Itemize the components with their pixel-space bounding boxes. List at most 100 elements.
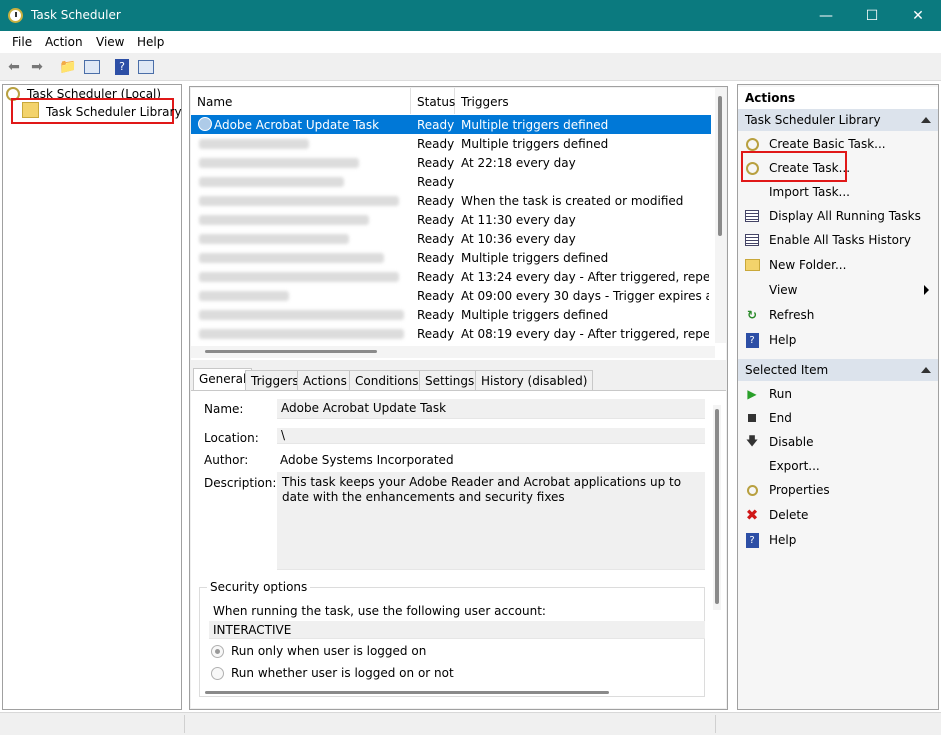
- description-label: Description:: [204, 476, 277, 490]
- table-row[interactable]: Ready At 13:24 every day - After triggere…: [191, 267, 711, 286]
- task-status: Ready: [417, 118, 455, 132]
- disable-icon: 🡇: [745, 433, 759, 448]
- help-icon[interactable]: ?: [112, 57, 132, 77]
- task-status: Ready: [417, 308, 455, 322]
- show-hide-tree-icon[interactable]: [82, 57, 102, 77]
- task-triggers: At 11:30 every day: [461, 213, 576, 227]
- action-disable[interactable]: 🡇 Disable: [738, 430, 938, 454]
- menu-file[interactable]: File: [12, 35, 32, 49]
- action-export[interactable]: Export...: [738, 454, 938, 478]
- task-status: Ready: [417, 289, 455, 303]
- task-status: Ready: [417, 213, 455, 227]
- detail-tabs: General Triggers Actions Conditions Sett…: [191, 368, 726, 390]
- author-label: Author:: [204, 453, 249, 467]
- action-display-running-tasks[interactable]: Display All Running Tasks: [738, 204, 938, 228]
- run-icon: ▶: [747, 387, 757, 401]
- action-run[interactable]: ▶ Run: [738, 382, 938, 406]
- task-scheduler-icon: [8, 8, 23, 23]
- clock-wand-icon: [744, 136, 760, 152]
- detail-horizontal-scrollbar[interactable]: [205, 691, 609, 694]
- menu-view[interactable]: View: [96, 35, 124, 49]
- radio-logged-on[interactable]: [211, 645, 224, 658]
- detail-vertical-scrollbar[interactable]: [713, 405, 721, 610]
- action-import-task[interactable]: Import Task...: [738, 180, 938, 204]
- task-status: Ready: [417, 232, 455, 246]
- section-selected-item[interactable]: Selected Item: [738, 359, 938, 381]
- refresh-icon: ↻: [746, 308, 758, 322]
- tab-actions[interactable]: Actions: [297, 370, 353, 390]
- horizontal-scrollbar[interactable]: [191, 346, 715, 358]
- tab-general[interactable]: General: [193, 368, 253, 390]
- table-row[interactable]: Ready: [191, 172, 711, 191]
- column-header-status[interactable]: Status: [411, 88, 455, 114]
- end-icon: [744, 410, 760, 426]
- table-row[interactable]: Ready Multiple triggers defined: [191, 134, 711, 153]
- tab-triggers[interactable]: Triggers: [245, 370, 305, 390]
- action-help[interactable]: ? Help: [738, 328, 938, 352]
- author-value: Adobe Systems Incorporated: [280, 453, 454, 467]
- action-refresh[interactable]: ↻ Refresh: [738, 303, 938, 327]
- navigation-tree: Task Scheduler (Local) Task Scheduler Li…: [2, 84, 182, 710]
- table-row[interactable]: Ready At 08:19 every day - After triggere…: [191, 324, 711, 343]
- column-header-triggers[interactable]: Triggers: [455, 88, 711, 114]
- description-field[interactable]: This task keeps your Adobe Reader and Ac…: [277, 472, 705, 570]
- table-row[interactable]: Ready At 09:00 every 30 days - Trigger ex…: [191, 286, 711, 305]
- table-row[interactable]: Ready At 10:36 every day: [191, 229, 711, 248]
- task-triggers: At 08:19 every day - After triggered, re…: [461, 327, 709, 341]
- close-button[interactable]: ✕: [895, 0, 941, 31]
- task-triggers: Multiple triggers defined: [461, 118, 609, 132]
- tree-item-task-scheduler-library[interactable]: Task Scheduler Library: [46, 105, 182, 119]
- task-status: Ready: [417, 194, 455, 208]
- radio-whether-logged-on[interactable]: [211, 667, 224, 680]
- action-help-selected[interactable]: ? Help: [738, 528, 938, 552]
- task-triggers: When the task is created or modified: [461, 194, 684, 208]
- tab-conditions[interactable]: Conditions: [349, 370, 425, 390]
- action-properties[interactable]: Properties: [738, 478, 938, 502]
- back-arrow-icon[interactable]: ⬅: [4, 57, 24, 77]
- task-triggers: At 13:24 every day - After triggered, re…: [461, 270, 709, 284]
- folder-clock-icon: [22, 102, 39, 118]
- task-status: Ready: [417, 156, 455, 170]
- location-label: Location:: [204, 431, 259, 445]
- task-status: Ready: [417, 137, 455, 151]
- tab-history[interactable]: History (disabled): [475, 370, 594, 390]
- show-hide-action-pane-icon[interactable]: [136, 57, 156, 77]
- action-view[interactable]: View: [738, 278, 938, 302]
- tab-settings[interactable]: Settings: [419, 370, 481, 390]
- task-triggers: At 09:00 every 30 days - Trigger expires…: [461, 289, 709, 303]
- highlight-box: [741, 151, 847, 182]
- actions-header: Actions: [738, 87, 938, 109]
- action-end[interactable]: End: [738, 406, 938, 430]
- location-field[interactable]: \: [277, 428, 705, 444]
- table-row[interactable]: Ready When the task is created or modifie…: [191, 191, 711, 210]
- task-name: Adobe Acrobat Update Task: [214, 118, 380, 132]
- action-delete[interactable]: ✖ Delete: [738, 503, 938, 527]
- title-bar: Task Scheduler — ☐ ✕: [0, 0, 941, 31]
- column-header-name[interactable]: Name: [191, 88, 411, 114]
- user-account-field[interactable]: INTERACTIVE: [209, 621, 705, 639]
- action-enable-tasks-history[interactable]: Enable All Tasks History: [738, 228, 938, 252]
- folder-icon: [744, 257, 760, 273]
- table-row[interactable]: Ready Multiple triggers defined: [191, 305, 711, 324]
- maximize-button[interactable]: ☐: [849, 0, 895, 31]
- history-icon: [744, 232, 760, 248]
- section-task-scheduler-library[interactable]: Task Scheduler Library: [738, 109, 938, 131]
- task-triggers: Multiple triggers defined: [461, 137, 609, 151]
- table-row[interactable]: Adobe Acrobat Update Task Ready Multiple…: [191, 115, 711, 134]
- minimize-button[interactable]: —: [803, 0, 849, 31]
- vertical-scrollbar[interactable]: [715, 88, 726, 343]
- task-list: Name Status Triggers Adobe Acrobat Updat…: [191, 88, 726, 360]
- security-options-title: Security options: [207, 580, 311, 594]
- table-row[interactable]: Ready Multiple triggers defined: [191, 248, 711, 267]
- name-field[interactable]: Adobe Acrobat Update Task: [277, 399, 705, 419]
- up-folder-icon[interactable]: 📁: [58, 57, 78, 77]
- table-row[interactable]: Ready At 22:18 every day: [191, 153, 711, 172]
- menu-help[interactable]: Help: [137, 35, 164, 49]
- general-tab-panel: Name: Adobe Acrobat Update Task Location…: [191, 390, 726, 708]
- menu-action[interactable]: Action: [45, 35, 83, 49]
- action-new-folder[interactable]: New Folder...: [738, 253, 938, 277]
- forward-arrow-icon[interactable]: ➡: [27, 57, 47, 77]
- window-title: Task Scheduler: [31, 8, 121, 22]
- table-row[interactable]: Ready At 11:30 every day: [191, 210, 711, 229]
- user-account-label: When running the task, use the following…: [213, 604, 546, 618]
